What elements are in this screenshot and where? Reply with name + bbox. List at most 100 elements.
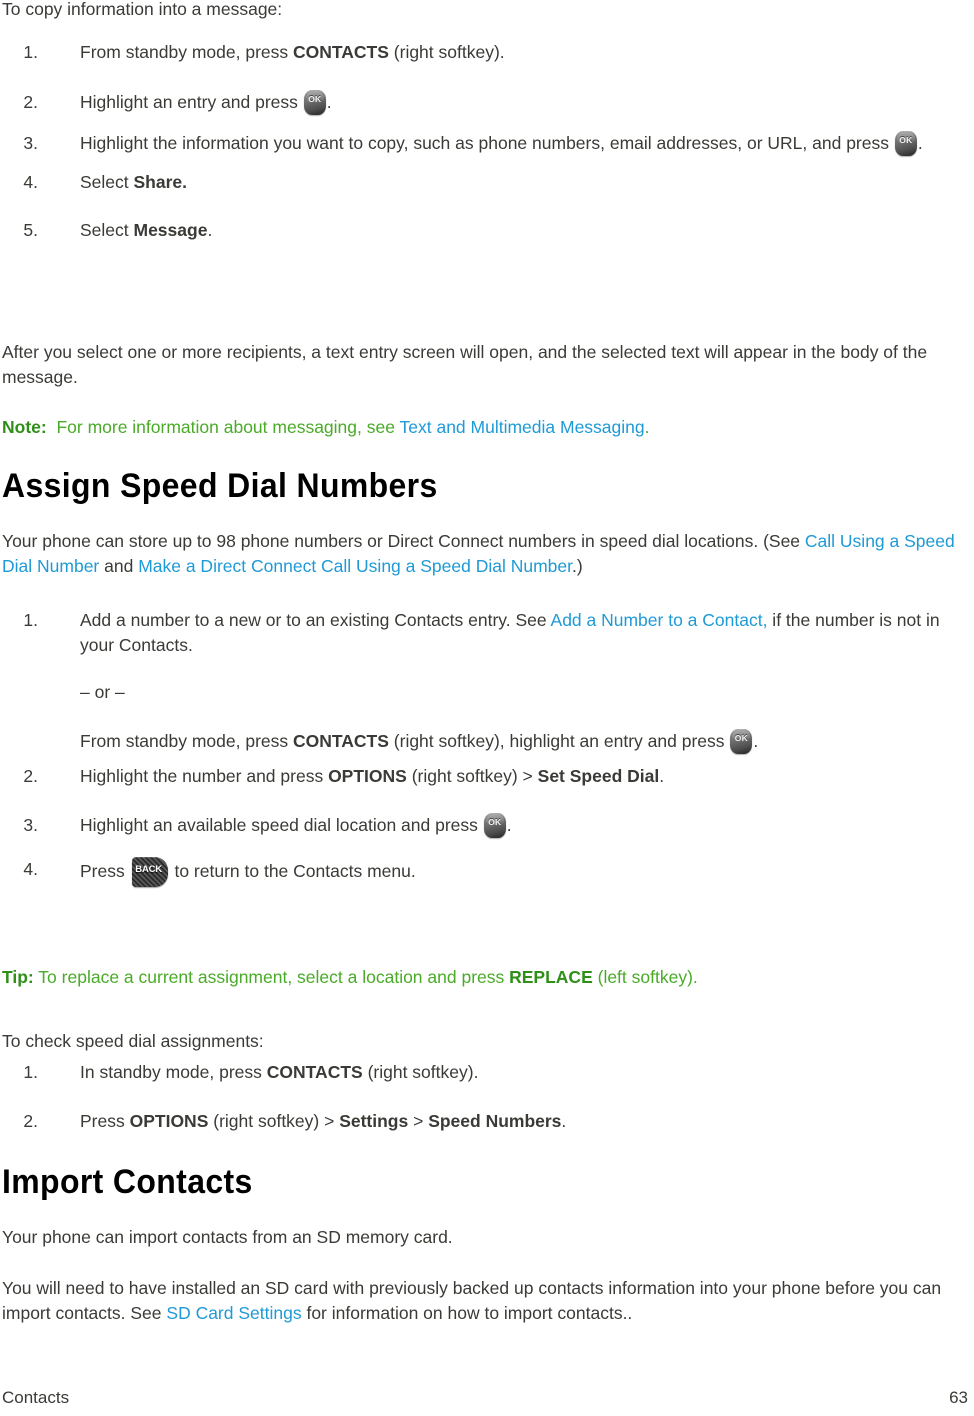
menu-settings-label: Settings <box>339 1111 409 1131</box>
sd-intro-mid: and <box>99 556 139 576</box>
alt-after: . <box>753 731 759 751</box>
softkey-contacts-label: CONTACTS <box>266 1062 363 1082</box>
link-add-a-number-to-a-contact[interactable]: Add a Number to a Contact, <box>551 610 768 630</box>
step-text-tail: . <box>659 766 665 786</box>
list-number: 2. <box>23 1111 38 1131</box>
check-speed-dial-intro: To check speed dial assignments: <box>2 1031 264 1051</box>
note-paragraph: Note: For more information about messagi… <box>2 415 962 440</box>
list-number: 1. <box>23 1062 38 1082</box>
footer-page-number: 63 <box>949 1388 968 1407</box>
speed-dial-intro-paragraph: Your phone can store up to 98 phone numb… <box>2 529 968 579</box>
softkey-contacts-label: CONTACTS <box>293 42 389 62</box>
ok-key-icon: OK <box>894 131 917 156</box>
note-label: Note: <box>2 417 47 437</box>
tip-text-tail: (left softkey). <box>592 967 698 987</box>
list-number: 1. <box>23 42 38 62</box>
step-text-tail: . <box>506 815 512 835</box>
step-text-tail: (right softkey). <box>388 42 505 62</box>
or-divider: – or – <box>80 682 125 702</box>
list-item: 3. Highlight the information you want to… <box>2 131 952 156</box>
list-item: 3. Highlight an available speed dial loc… <box>2 813 962 838</box>
document-page: To copy information into a message: 1. F… <box>0 0 974 1416</box>
step-mid: (right softkey) > <box>406 766 538 786</box>
list-number: 2. <box>23 766 38 786</box>
list-item: 1. From standby mode, press CONTACTS (ri… <box>2 40 952 65</box>
alt-before: From standby mode, press <box>80 731 293 751</box>
back-key-label: BACK <box>135 864 162 875</box>
menu-speed-numbers-label: Speed Numbers <box>428 1111 562 1131</box>
step-text: From standby mode, press <box>80 42 293 62</box>
link-sd-card-settings[interactable]: SD Card Settings <box>166 1303 301 1323</box>
heading-assign-speed-dial: Assign Speed Dial Numbers <box>2 467 438 505</box>
list-number: 4. <box>23 172 38 192</box>
footer-section-name: Contacts <box>2 1388 70 1407</box>
note-spacer <box>47 417 57 437</box>
menu-set-speed-dial-label: Set Speed Dial <box>537 766 660 786</box>
step-text-tail: to return to the Contacts menu. <box>169 861 416 881</box>
list-item: 4. Select Share. <box>2 170 952 195</box>
alternate-step-text: From standby mode, press CONTACTS (right… <box>80 705 962 754</box>
step-mid-2: > <box>408 1111 429 1131</box>
alt-mid: (right softkey), highlight an entry and … <box>388 731 730 751</box>
menu-share-label: Share. <box>133 172 188 192</box>
tip-paragraph: Tip: To replace a current assignment, se… <box>2 965 962 990</box>
list-number: 4. <box>23 859 38 879</box>
ok-key-icon: OK <box>303 90 326 115</box>
note-text: For more information about messaging, se… <box>56 417 400 437</box>
link-text-multimedia-messaging[interactable]: Text and Multimedia Messaging <box>400 417 645 437</box>
list-number: 3. <box>23 815 38 835</box>
list-item: 4. Press BACK to return to the Contacts … <box>2 857 962 887</box>
step-text: Add a number to a new or to an existing … <box>80 610 551 630</box>
list-item: 2. Highlight an entry and press OK. <box>2 90 952 115</box>
ok-key-label: OK <box>899 135 913 145</box>
step-text: Select <box>80 172 134 192</box>
step-text: Press <box>80 861 130 881</box>
heading-import-contacts: Import Contacts <box>2 1163 253 1201</box>
step-text: Press <box>80 1111 130 1131</box>
note-tail: . <box>644 417 650 437</box>
list-text: Highlight an entry and press OK. <box>80 90 952 115</box>
ok-key-icon: OK <box>483 813 506 838</box>
step-text: Highlight the number and press <box>80 766 329 786</box>
list-item: 5. Select Message. <box>2 218 952 243</box>
sd-intro-before: Your phone can store up to 98 phone numb… <box>2 531 805 551</box>
back-key-icon: BACK <box>131 857 168 887</box>
softkey-options-label: OPTIONS <box>328 766 407 786</box>
import-p2-after: for information on how to import contact… <box>301 1303 633 1323</box>
list-item: 2. Highlight the number and press OPTION… <box>2 764 962 789</box>
list-text: Select Message. <box>80 218 952 243</box>
softkey-options-label: OPTIONS <box>129 1111 209 1131</box>
copy-intro-paragraph: To copy information into a message: <box>2 0 283 19</box>
list-number: 2. <box>23 92 38 112</box>
page-footer: Contacts 63 <box>0 1388 974 1414</box>
step-text: Highlight the information you want to co… <box>80 133 894 153</box>
list-text: Highlight the information you want to co… <box>80 131 952 156</box>
tip-text: To replace a current assignment, select … <box>33 967 510 987</box>
list-text: Highlight the number and press OPTIONS (… <box>80 764 962 789</box>
list-text: From standby mode, press CONTACTS (right… <box>80 40 952 65</box>
ok-key-label: OK <box>308 94 322 104</box>
ok-key-label: OK <box>734 733 748 743</box>
link-make-direct-connect-call[interactable]: Make a Direct Connect Call Using a Speed… <box>138 556 572 576</box>
step-text-tail: . <box>917 133 923 153</box>
list-number: 3. <box>23 133 38 153</box>
step-mid-1: (right softkey) > <box>208 1111 340 1131</box>
list-text: Press OPTIONS (right softkey) > Settings… <box>80 1109 902 1134</box>
list-item: 2. Press OPTIONS (right softkey) > Setti… <box>2 1109 902 1134</box>
step-text: In standby mode, press <box>80 1062 267 1082</box>
ok-key-label: OK <box>488 817 502 827</box>
softkey-contacts-label: CONTACTS <box>293 731 389 751</box>
step-text: Highlight an entry and press <box>80 92 303 112</box>
list-item: 1. In standby mode, press CONTACTS (righ… <box>2 1060 902 1085</box>
list-item: 1. Add a number to a new or to an existi… <box>2 608 962 754</box>
list-text: In standby mode, press CONTACTS (right s… <box>80 1060 902 1085</box>
step-text: Select <box>80 220 134 240</box>
softkey-replace-label: REPLACE <box>509 967 593 987</box>
ok-key-icon: OK <box>730 729 753 754</box>
list-text: Select Share. <box>80 170 952 195</box>
after-select-paragraph: After you select one or more recipients,… <box>2 342 928 387</box>
list-text: Press BACK to return to the Contacts men… <box>80 857 962 887</box>
menu-message-label: Message <box>133 220 208 240</box>
assign-speed-dial-steps-list: 1. Add a number to a new or to an existi… <box>2 608 962 887</box>
list-text: Highlight an available speed dial locati… <box>80 813 962 838</box>
